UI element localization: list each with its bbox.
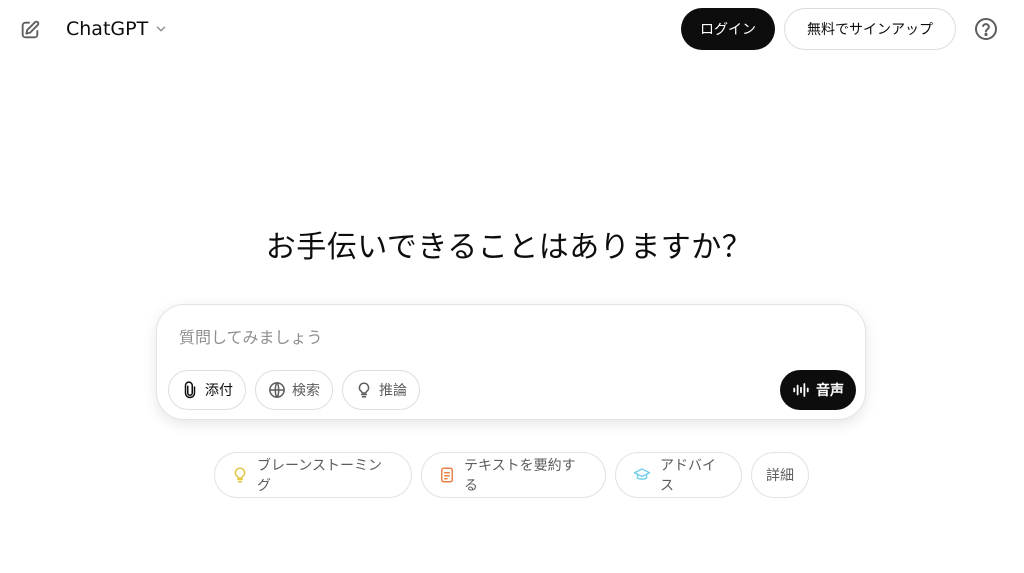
reason-button[interactable]: 推論 [342,370,420,410]
question-circle-icon [974,17,998,41]
edit-square-icon [19,19,41,41]
model-switcher[interactable]: ChatGPT [58,12,176,46]
paperclip-icon [181,381,199,399]
signup-button[interactable]: 無料でサインアップ [784,8,956,50]
suggestion-brainstorm[interactable]: ブレーンストーミング [214,452,412,498]
suggestion-summarize[interactable]: テキストを要約する [421,452,606,498]
attach-label: 添付 [205,383,233,399]
suggestion-advice[interactable]: アドバイス [615,452,742,498]
lightbulb-icon [231,466,249,484]
suggestion-label: テキストを要約する [464,458,576,494]
waveform-icon [792,381,810,399]
suggestion-label: アドバイス [660,458,716,494]
model-name: ChatGPT [66,18,149,40]
login-button[interactable]: ログイン [681,8,775,50]
page-headline: お手伝いできることはありますか？ [265,230,753,265]
reason-label: 推論 [379,383,407,399]
suggestion-label: ブレーンストーミング [257,458,383,494]
voice-label: 音声 [816,383,844,399]
voice-mode-button[interactable]: 音声 [780,370,856,410]
attach-button[interactable]: 添付 [168,370,246,410]
suggestion-label: 詳細 [766,468,794,484]
help-button[interactable] [973,16,999,42]
globe-icon [268,381,286,399]
prompt-composer: 添付 検索 推論 [156,304,866,420]
suggestion-more[interactable]: 詳細 [751,452,809,498]
search-label: 検索 [292,383,320,399]
document-icon [438,466,456,484]
chevron-down-icon [154,22,168,36]
graduation-cap-icon [632,466,652,484]
prompt-input[interactable] [179,323,819,351]
top-bar: ChatGPT ログイン 無料でサインアップ [0,0,1024,58]
search-button[interactable]: 検索 [255,370,333,410]
lightbulb-icon [355,381,373,399]
new-chat-button[interactable] [14,14,46,46]
